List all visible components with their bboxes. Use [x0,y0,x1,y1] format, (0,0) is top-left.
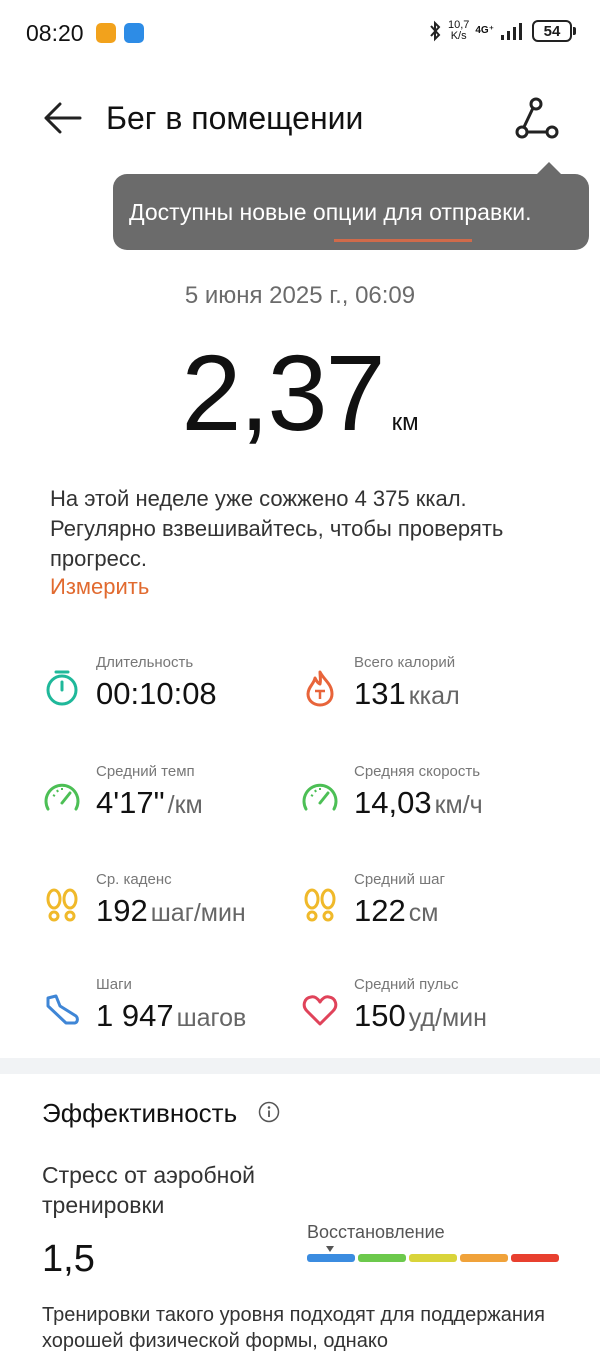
measure-link[interactable]: Измерить [50,574,149,600]
battery-indicator: 54 [532,20,576,42]
workout-date: 5 июня 2025 г., 06:09 [184,282,416,309]
shoe-icon [46,994,79,1025]
stress-level-bar [307,1254,559,1262]
metric-label: Средний темп [96,763,195,780]
distance-value: 2,37 [181,332,385,453]
network-speed: 10,7 K/s [447,19,470,42]
metric-unit: /км [167,791,203,819]
footprints-icon [46,888,78,922]
page-title: Бег в помещении [106,100,364,136]
stopwatch-icon [46,670,78,706]
efficiency-description: Тренировки такого уровня подходят для по… [42,1304,545,1352]
info-icon[interactable] [258,1101,280,1123]
efficiency-title: Эффективность [42,1098,238,1128]
network-type: 4G⁺ [475,25,494,36]
metric-unit: км/ч [434,791,483,819]
tooltip-text: Доступны новые опции для отправки. [129,198,532,225]
metric-value: 131 [354,676,406,711]
metric-avg-pace: Средний темп 4'17"/км [42,763,302,833]
metric-value: 150 [354,998,406,1033]
metric-heart-rate: Средний пульс 150 уд/мин [300,976,560,1046]
metric-label: Длительность [96,654,194,671]
status-bar: 08:20 10,7 K/s 4G⁺ 54 [0,0,600,70]
flame-icon [306,670,334,707]
app-notification-icon [96,23,116,43]
metric-label: Средний пульс [354,976,459,993]
level-segment [307,1254,355,1262]
wifi-icon [124,23,144,43]
back-arrow-icon[interactable] [38,96,86,140]
metric-stride: Средний шаг 122 см [300,871,560,941]
metric-steps: Шаги 1 947 шагов [42,976,302,1046]
weekly-calories-message: На этой неделе уже сожжено 4 375 ккал. Р… [50,486,504,571]
aerobic-stress-value: 1,5 [42,1238,95,1280]
metric-value: 122 [354,893,406,928]
metric-unit: шагов [176,1004,247,1032]
heart-icon [302,995,338,1026]
status-time: 08:20 [26,20,84,46]
metric-label: Средний шаг [354,871,445,888]
bluetooth-icon [430,20,441,42]
metric-label: Средняя скорость [354,763,481,780]
level-marker-icon [326,1246,334,1252]
section-divider [0,1058,600,1074]
level-segment [511,1254,559,1262]
speedometer-icon [302,783,338,811]
metric-value: 4'17" [96,785,165,820]
metric-value: 00:10:08 [96,676,217,711]
aerobic-stress-label: Стресс от аэробной тренировки [42,1162,255,1218]
metric-calories: Всего калорий 131 ккал [300,654,560,724]
metric-label: Всего калорий [354,654,456,671]
level-segment [460,1254,508,1262]
metric-unit: см [408,899,439,927]
metric-unit: уд/мин [408,1004,487,1032]
distance-unit: км [391,409,419,436]
metric-value: 1 947 [96,998,174,1033]
level-segment [409,1254,457,1262]
metric-duration: Длительность 00:10:08 [42,654,302,724]
distance-row: 2,37 км [0,330,600,455]
metric-cadence: Ср. каденс 192 шаг/мин [42,871,302,941]
metric-value: 14,03 [354,785,432,820]
level-segment [358,1254,406,1262]
speedometer-icon [44,783,80,811]
stress-level-label: Восстановление [307,1222,445,1242]
metric-label: Ср. каденс [96,871,172,888]
metric-avg-speed: Средняя скорость 14,03 км/ч [300,763,560,833]
metric-label: Шаги [96,976,132,993]
status-right: 10,7 K/s 4G⁺ 54 [428,19,576,42]
metric-unit: шаг/мин [150,899,246,927]
metric-unit: ккал [408,682,460,710]
tab-indicator [334,239,472,242]
share-icon[interactable] [510,94,562,142]
footprints-icon [304,888,336,922]
app-header: Бег в помещении [0,80,600,160]
metric-value: 192 [96,893,148,928]
signal-icon [501,23,522,40]
